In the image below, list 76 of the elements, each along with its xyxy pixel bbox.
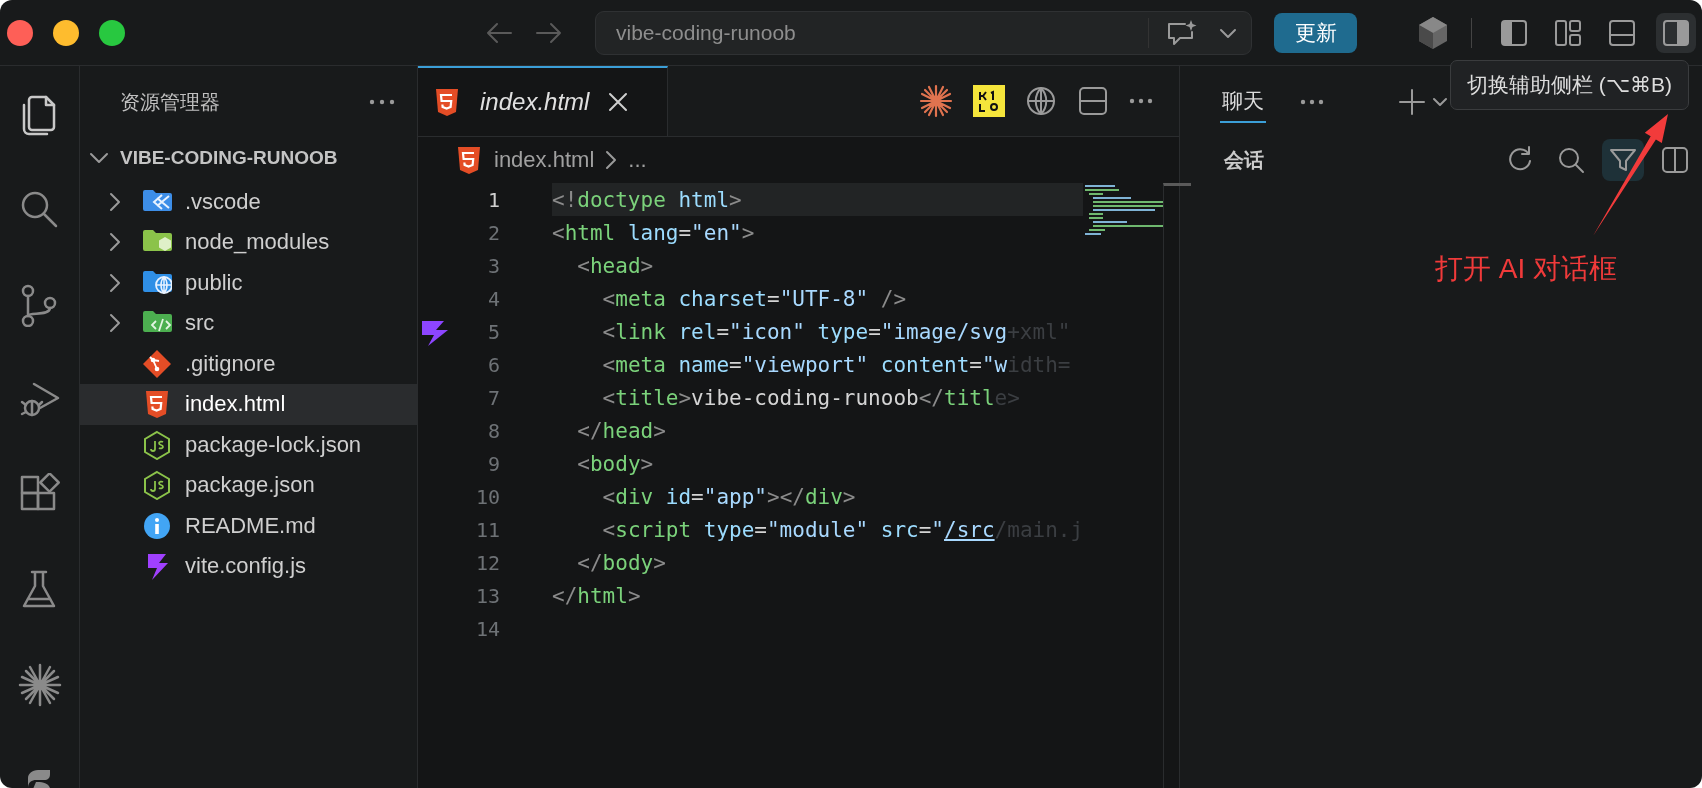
line-number: 6 [486, 352, 500, 377]
chevron-right-icon [604, 149, 619, 171]
line-number: 14 [474, 616, 500, 641]
line-number: 7 [486, 385, 500, 410]
search-icon [1556, 145, 1586, 175]
scrollbar[interactable] [1163, 183, 1192, 788]
forward-icon[interactable] [535, 20, 563, 45]
file-item[interactable]: public [80, 262, 417, 303]
sidebar-title: 资源管理器 [120, 89, 220, 115]
code-line: <head> [577, 253, 654, 278]
code-line: </html> [552, 583, 641, 608]
js-hexagon-icon [142, 429, 172, 460]
file-item[interactable]: index.html [80, 384, 417, 425]
cube-logo-icon[interactable] [1417, 15, 1449, 50]
close-button[interactable] [7, 19, 33, 46]
primary-sidebar-icon [1499, 17, 1529, 48]
split-editor-icon[interactable] [1077, 85, 1109, 117]
code-line: <div id="app"></div> [602, 484, 856, 509]
line-number: 8 [486, 418, 500, 443]
more-icon[interactable] [369, 99, 395, 105]
file-item[interactable]: README.md [80, 505, 417, 546]
layout-toggle[interactable] [1656, 12, 1696, 53]
asterisk-icon[interactable] [919, 84, 953, 118]
file-item[interactable]: package-lock.json [80, 424, 417, 465]
editor-tab[interactable]: index.html [418, 66, 668, 136]
file-item[interactable]: package.json [80, 465, 417, 506]
toolbar-button[interactable] [1602, 139, 1644, 181]
globe-icon[interactable] [1025, 85, 1057, 117]
folder-name[interactable]: VIBE-CODING-RUNOOB [120, 147, 338, 170]
info-icon [142, 510, 172, 541]
line-number: 13 [474, 583, 500, 608]
line-number: 2 [486, 220, 500, 245]
breadcrumb-item[interactable]: ... [628, 147, 647, 173]
line-number: 12 [474, 550, 500, 575]
more-icon[interactable] [1300, 98, 1324, 105]
file-item[interactable]: .gitignore [80, 343, 417, 384]
file-item[interactable]: vite.config.js [80, 546, 417, 587]
more-icon[interactable] [1129, 98, 1153, 104]
git-diamond-icon [142, 348, 172, 379]
line-number: 1 [486, 187, 500, 212]
breadcrumb-item[interactable]: index.html [494, 147, 595, 173]
line-number: 4 [486, 286, 500, 311]
sidebar-panel-icon [1660, 145, 1690, 175]
asterisk-icon[interactable] [17, 663, 62, 707]
tooltip: 切换辅助侧栏 (⌥⌘B) [1450, 60, 1690, 110]
annotation-text: 打开 AI 对话框 [1435, 252, 1617, 286]
layout-icon [1553, 17, 1583, 48]
line-number: 11 [474, 517, 500, 542]
close-icon[interactable] [607, 91, 630, 113]
js-hexagon-icon [142, 470, 172, 501]
line-number: 10 [474, 484, 500, 509]
file-item[interactable]: .vscode [80, 181, 417, 222]
chevron-down-icon[interactable] [1219, 26, 1237, 39]
line-number: 9 [486, 451, 500, 476]
code-line: <html lang="en"> [552, 220, 755, 245]
line-number: 3 [486, 253, 500, 278]
code-line: </head> [577, 418, 666, 443]
code-line: </body> [577, 550, 666, 575]
zoom-button[interactable] [99, 19, 125, 46]
letter-tile-icon[interactable] [973, 85, 1005, 117]
chat-tab[interactable]: 聊天 [1220, 80, 1266, 123]
update-button[interactable]: 更新 [1274, 12, 1357, 53]
command-center[interactable]: vibe-coding-runoob [595, 10, 1252, 55]
code-line: <!doctype html> [552, 187, 742, 212]
minimize-button[interactable] [53, 19, 79, 46]
code-line: <meta charset="UTF-8" /> [602, 286, 907, 311]
line-number: 5 [486, 319, 500, 344]
code-line: <body> [577, 451, 654, 476]
section-title: 会话 [1224, 147, 1264, 173]
chevron-down-icon[interactable] [1432, 95, 1448, 108]
panel-icon [1607, 17, 1637, 48]
back-icon[interactable] [485, 20, 513, 45]
file-item[interactable]: node_modules [80, 222, 417, 263]
secondary-sidebar-icon [1661, 17, 1691, 48]
file-item[interactable]: src [80, 303, 417, 344]
plus-icon[interactable] [1398, 87, 1426, 116]
